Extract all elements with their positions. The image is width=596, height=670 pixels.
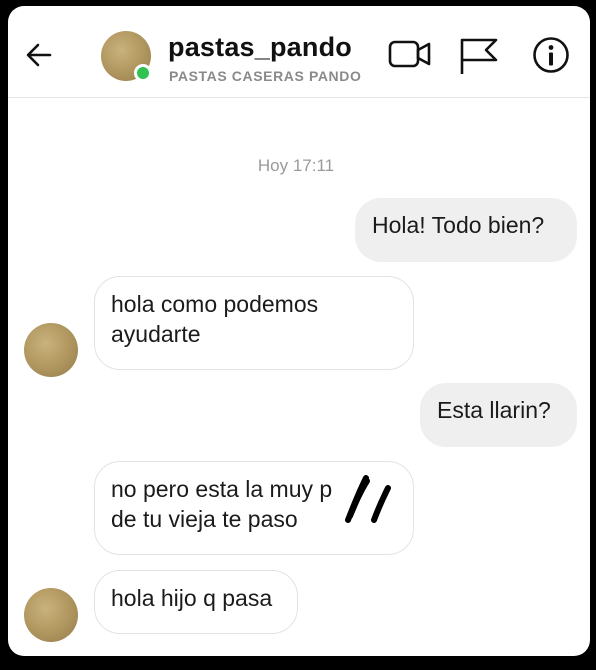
chat-timestamp: Hoy 17:11 bbox=[257, 156, 335, 175]
message-outgoing[interactable]: Esta llarin? bbox=[420, 383, 577, 447]
message-text: Esta llarin? bbox=[437, 397, 551, 423]
sender-avatar[interactable] bbox=[24, 323, 78, 377]
sender-avatar[interactable] bbox=[24, 588, 78, 642]
message-incoming[interactable]: hola como podemos ayudarte bbox=[94, 276, 414, 370]
message-outgoing[interactable]: Hola! Todo bien? bbox=[355, 198, 577, 262]
flag-icon[interactable] bbox=[458, 36, 500, 76]
online-status-dot bbox=[134, 64, 152, 82]
message-text: Hola! Todo bien? bbox=[372, 212, 545, 238]
chat-username[interactable]: pastas_pando bbox=[168, 32, 352, 63]
message-text-line: ayudarte bbox=[111, 321, 201, 347]
back-arrow-icon[interactable] bbox=[24, 40, 54, 70]
chat-subtitle: PASTAS CASERAS PANDO bbox=[169, 68, 362, 84]
message-text: hola hijo q pasa bbox=[111, 585, 273, 611]
redaction-scribble bbox=[345, 475, 391, 523]
chat-header: pastas_pando PASTAS CASERAS PANDO bbox=[8, 6, 590, 98]
dm-screen: pastas_pando PASTAS CASERAS PANDO Hoy 17… bbox=[8, 6, 590, 656]
message-incoming[interactable]: hola hijo q pasa bbox=[94, 570, 298, 634]
video-call-icon[interactable] bbox=[388, 36, 432, 72]
info-icon[interactable] bbox=[532, 36, 570, 74]
message-text-line: hola como podemos bbox=[111, 291, 319, 317]
